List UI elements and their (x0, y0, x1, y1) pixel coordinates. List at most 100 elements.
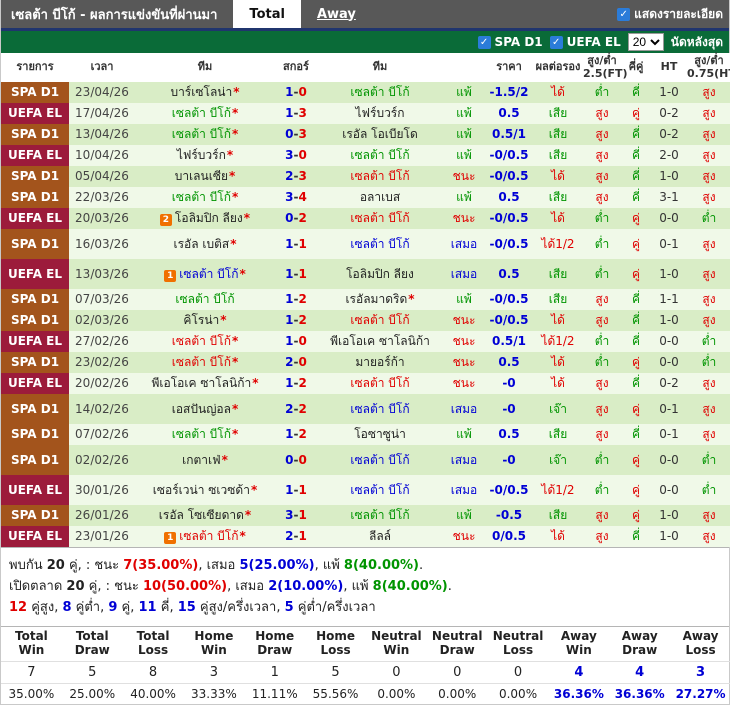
team-name[interactable]: เซลต้า บีโก้* (172, 427, 239, 441)
team-name[interactable]: เซลต้า บีโก้* (172, 127, 239, 141)
star-icon: * (233, 85, 240, 100)
ft-score: 0-3 (275, 124, 317, 146)
team-name[interactable]: เอสปันญ่อล* (172, 402, 239, 416)
ht-score: 2-0 (651, 145, 687, 167)
home-team-cell: เซลต้า บีโก้* (135, 187, 275, 209)
team-name[interactable]: เซลต้า บีโก้* (172, 190, 239, 204)
ft-score: 0-2 (275, 208, 317, 230)
match-count-suffix: นัดหลังสุด (670, 34, 723, 49)
team-name[interactable]: เรอัล โซเซียดาด* (159, 508, 251, 522)
uefa-el-checkbox-icon[interactable]: ✓ (549, 35, 563, 49)
table-header-row: รายการ เวลา ทีม สกอร์ ทีม ราคา ผลต่อรอง … (1, 53, 730, 83)
team-name[interactable]: เซลต้า บีโก้ (350, 169, 409, 183)
over-under-ft: ต่ำ (583, 352, 621, 374)
team-name[interactable]: เซลต้า บีโก้ (350, 402, 409, 416)
league-badge: SPA D1 (1, 505, 69, 527)
over-under-ft: สูง (583, 505, 621, 527)
team-name[interactable]: 2 โอลิมปิก ลียง* (159, 211, 250, 227)
team-name[interactable]: เซลต้า บีโก้* (172, 334, 239, 348)
stats-percent-row: 35.00% 25.00% 40.00% 33.33% 11.11% 55.56% 0.00… (1, 683, 730, 704)
match-row: SPA D1 23/02/26 เซลต้า บีโก้* 2-0 มายอร์ก้า ช… (1, 352, 730, 374)
home-team-cell: เซลต้า บีโก้ (135, 289, 275, 311)
over-under-ht: สูง (687, 424, 730, 446)
team-name[interactable]: เซลต้า บีโก้* (172, 106, 239, 120)
ht-score: 1-0 (651, 166, 687, 188)
odd-even: คู่ (621, 103, 651, 125)
league-badge: UEFA EL (1, 259, 69, 290)
odd-even: คี่ (621, 289, 651, 311)
handicap-line: -0 (485, 373, 533, 395)
team-name[interactable]: 1 เซลต้า บีโก้* (164, 529, 246, 545)
team-name[interactable]: โอลิมปิก ลียง (346, 267, 414, 281)
match-result: แพ้ (443, 505, 485, 527)
team-name[interactable]: ลีลล์ (369, 529, 391, 543)
team-name[interactable]: มายอร์ก้า (355, 355, 404, 369)
team-name[interactable]: เรอัล เบติส* (173, 237, 236, 251)
team-name[interactable]: เรอัล โอเบียโด (342, 127, 418, 141)
team-name[interactable]: เซลต้า บีโก้ (350, 483, 409, 497)
match-date: 26/01/26 (69, 505, 135, 527)
over-under-ht: สูง (687, 229, 730, 260)
handicap-result: ได้ (533, 166, 583, 188)
away-team-cell: เซลต้า บีโก้ (317, 394, 443, 425)
team-name[interactable]: เซลต้า บีโก้ (350, 508, 409, 522)
team-name[interactable]: บาร์เซโลน่า* (170, 85, 239, 99)
handicap-result: เสีย (533, 187, 583, 209)
team-name[interactable]: บาเลนเซีย* (175, 169, 236, 183)
ft-score: 1-0 (275, 82, 317, 104)
handicap-line: -0/0.5 (485, 145, 533, 167)
handicap-line: -0 (485, 394, 533, 425)
stats-footer: Total Win Total Draw Total Loss Home Win Hom… (1, 626, 730, 704)
tab-away[interactable]: Away (301, 0, 372, 28)
col-result (443, 53, 485, 83)
star-icon: * (220, 313, 227, 328)
ft-score: 1-2 (275, 310, 317, 332)
match-row: UEFA EL 13/03/26 1 เซลต้า บีโก้* 1-1 โอลิมปิก… (1, 259, 730, 290)
over-under-ht: สูง (687, 187, 730, 209)
tab-total[interactable]: Total (233, 0, 301, 28)
stats-col-label: Home Draw (244, 627, 306, 662)
team-name[interactable]: ไฟร์บวร์ก (355, 106, 404, 120)
team-name[interactable]: เซลต้า บีโก้* (172, 355, 239, 369)
ft-score: 1-2 (275, 373, 317, 395)
team-name[interactable]: เซลต้า บีโก้ (350, 85, 409, 99)
match-count-select[interactable]: 20 (627, 33, 664, 51)
handicap-line: 0.5 (485, 424, 533, 446)
filter-bar: ✓ SPA D1 ✓ UEFA EL 20 นัดหลังสุด (1, 31, 729, 53)
stats-col-label: Neutral Draw (426, 627, 488, 662)
team-name[interactable]: โอซาซูน่า (354, 427, 406, 441)
show-detail-checkbox-icon[interactable]: ✓ (617, 7, 631, 21)
odd-even: คี่ (621, 166, 651, 188)
team-name[interactable]: เซลต้า บีโก้ (175, 292, 234, 306)
over-under-ht: สูง (687, 505, 730, 527)
team-name[interactable]: เซลต้า บีโก้ (350, 148, 409, 162)
home-team-cell: เซอร์เวน่า ซเวซด้า* (135, 475, 275, 506)
red-card-badge: 1 (164, 532, 177, 545)
team-name[interactable]: เซลต้า บีโก้ (350, 237, 409, 251)
team-name[interactable]: เซลต้า บีโก้ (350, 376, 409, 390)
match-date: 02/03/26 (69, 310, 135, 332)
team-name[interactable]: เซอร์เวน่า ซเวซด้า* (153, 483, 257, 497)
stats-col-label: Total Win (1, 627, 62, 662)
team-name[interactable]: เรอัลมาดริด* (345, 292, 414, 306)
team-name[interactable]: 1 เซลต้า บีโก้* (164, 267, 246, 282)
over-under-ht: ต่ำ (687, 475, 730, 506)
team-name[interactable]: เซลต้า บีโก้ (350, 453, 409, 467)
match-table-body: SPA D1 23/04/26 บาร์เซโลน่า* 1-0 เซลต้า บีโก… (1, 82, 730, 548)
ft-score: 3-0 (275, 145, 317, 167)
match-row: UEFA EL 20/03/26 2 โอลิมปิก ลียง* 0-2 เซลต้า … (1, 208, 730, 230)
team-name[interactable]: ไฟร์บวร์ก* (177, 148, 233, 162)
team-name[interactable]: เซลต้า บีโก้ (350, 211, 409, 225)
team-name[interactable]: เซลต้า บีโก้ (350, 313, 409, 327)
team-name[interactable]: อลาเบส (360, 190, 400, 204)
spa-d1-checkbox-icon[interactable]: ✓ (477, 35, 491, 49)
over-under-ft: สูง (583, 373, 621, 395)
team-name[interactable]: พีเอโอเค ซาโลนิก้า* (152, 376, 259, 390)
team-name[interactable]: พีเอโอเค ซาโลนิก้า (330, 334, 430, 348)
match-result: แพ้ (443, 289, 485, 311)
match-result: แพ้ (443, 187, 485, 209)
away-team-cell: เซลต้า บีโก้ (317, 145, 443, 167)
summary-block: พบกัน 20 คู่, : ชนะ 7(35.00%), เสมอ 5(25… (1, 547, 729, 627)
team-name[interactable]: คิโรน่า* (183, 313, 226, 327)
team-name[interactable]: เกตาเฟ่* (182, 453, 228, 467)
